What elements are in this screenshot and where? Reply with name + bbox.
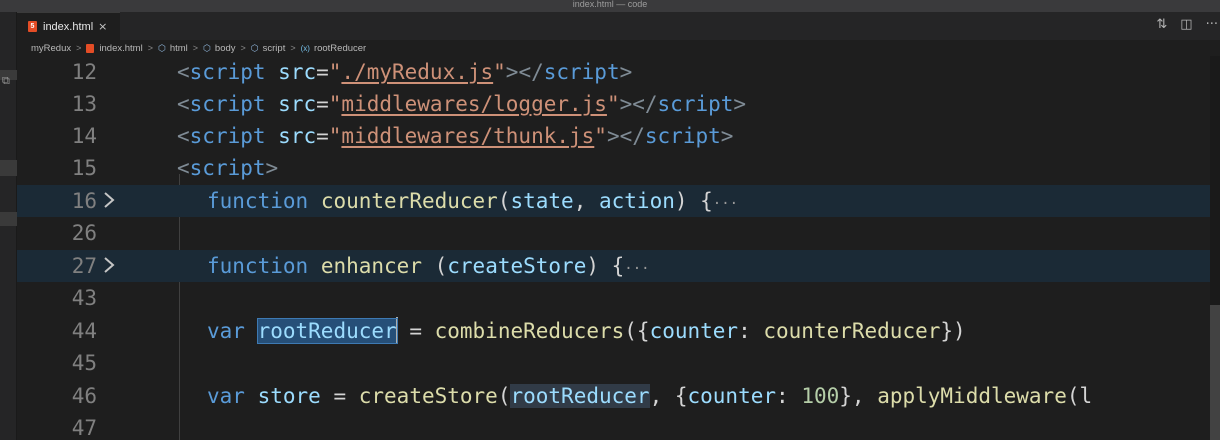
activity-bar-indicator [0, 160, 17, 176]
code-editor[interactable]: 12 <script src="./myRedux.js"></script> … [17, 56, 1220, 440]
code-line[interactable]: 45 [17, 347, 1220, 379]
tab-index-html[interactable]: 5 index.html × [17, 12, 120, 40]
more-actions-icon[interactable]: ··· [1206, 17, 1218, 32]
split-editor-icon[interactable]: ◫ [1180, 17, 1192, 32]
activity-bar: ⧉ [0, 12, 17, 440]
code-text: <script src="middlewares/logger.js"></sc… [177, 92, 747, 116]
folded-ellipsis[interactable]: ··· [624, 261, 649, 277]
copy-icon[interactable]: ⧉ [2, 75, 10, 87]
html5-file-icon: 5 [28, 21, 37, 32]
element-icon: ⬡ [203, 42, 211, 53]
line-number: 27 [71, 254, 97, 278]
tab-bar: 5 index.html × ⇅ ◫ ··· [17, 12, 1220, 40]
code-text: function counterReducer(state, action) {… [207, 189, 739, 213]
code-line[interactable]: 26 [17, 217, 1220, 249]
line-number: 26 [71, 221, 97, 245]
close-icon[interactable]: × [98, 20, 107, 33]
code-line[interactable]: 15 <script> [17, 152, 1220, 184]
code-line[interactable]: 47 [17, 412, 1220, 440]
breadcrumb-item-folder[interactable]: myRedux [31, 43, 71, 54]
line-number: 44 [71, 319, 97, 343]
line-number: 16 [71, 189, 97, 213]
file-link[interactable]: middlewares/thunk.js [341, 124, 594, 148]
line-number: 13 [71, 92, 97, 116]
code-line[interactable]: 13 <script src="middlewares/logger.js"><… [17, 88, 1220, 120]
code-text: var rootReducer = combineReducers({count… [207, 317, 966, 344]
code-text: <script> [177, 156, 279, 180]
line-number: 45 [71, 351, 97, 375]
line-number: 47 [71, 416, 97, 440]
compare-changes-icon[interactable]: ⇅ [1156, 17, 1167, 32]
line-number: 14 [71, 124, 97, 148]
code-text: <script src="middlewares/thunk.js"></scr… [177, 124, 734, 148]
line-number: 15 [71, 156, 97, 180]
code-text: function enhancer (createStore) {··· [207, 254, 650, 278]
breadcrumb-item-symbol[interactable]: rootReducer [314, 43, 366, 54]
chevron-right-icon: > [192, 43, 199, 53]
code-text: var store = createStore(rootReducer, {co… [207, 384, 1093, 408]
activity-bar-indicator [0, 212, 17, 226]
tab-label: index.html [43, 20, 94, 33]
breadcrumb-item-file[interactable]: index.html [99, 43, 142, 54]
title-bar: index.html — code [0, 0, 1220, 12]
line-number: 43 [71, 286, 97, 310]
breadcrumb-item-html[interactable]: html [170, 43, 188, 54]
code-line[interactable]: 12 <script src="./myRedux.js"></script> [17, 56, 1220, 88]
chevron-right-icon: > [240, 43, 246, 53]
code-text: <script src="./myRedux.js"></script> [177, 60, 633, 84]
code-line[interactable]: 44 var rootReducer = combineReducers({co… [17, 315, 1220, 347]
code-line[interactable]: 14 <script src="middlewares/thunk.js"></… [17, 120, 1220, 152]
chevron-right-icon[interactable] [101, 256, 117, 274]
code-line-folded[interactable]: 27 function enhancer (createStore) {··· [17, 250, 1220, 282]
element-icon: ⬡ [250, 42, 259, 53]
editor-actions: ⇅ ◫ ··· [1156, 17, 1218, 32]
chevron-right-icon: > [290, 43, 296, 53]
selected-identifier[interactable]: rootReducer [256, 318, 398, 344]
element-icon: ⬡ [157, 42, 166, 53]
code-line-folded[interactable]: 16 function counterReducer(state, action… [17, 185, 1220, 217]
chevron-right-icon[interactable] [101, 191, 117, 209]
breadcrumb-item-body[interactable]: body [215, 43, 236, 54]
code-line[interactable]: 43 [17, 282, 1220, 314]
breadcrumb-item-script[interactable]: script [263, 43, 286, 54]
scrollbar-thumb[interactable] [1210, 305, 1220, 440]
highlighted-occurrence[interactable]: rootReducer [510, 384, 650, 408]
breadcrumb: myRedux > index.html > ⬡ html > ⬡ body >… [17, 40, 1220, 56]
html5-file-icon [86, 43, 95, 53]
folded-ellipsis[interactable]: ··· [713, 196, 738, 212]
chevron-right-icon: > [147, 43, 153, 53]
code-line[interactable]: 46 var store = createStore(rootReducer, … [17, 380, 1220, 412]
file-link[interactable]: ./myRedux.js [341, 60, 493, 84]
line-number: 46 [71, 384, 97, 408]
window-title: index.html — code [572, 0, 648, 9]
chevron-right-icon: > [76, 43, 82, 53]
variable-icon: (x) [300, 43, 310, 53]
line-number: 12 [71, 60, 97, 84]
file-link[interactable]: middlewares/logger.js [341, 92, 607, 116]
